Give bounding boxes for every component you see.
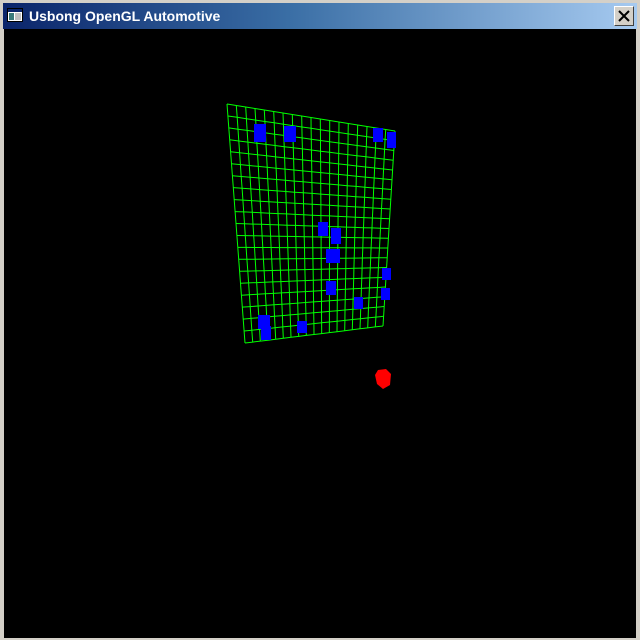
app-window: Usbong OpenGL Automotive — [0, 0, 640, 640]
blue-block — [326, 281, 336, 295]
blue-block — [373, 128, 383, 142]
blue-block — [284, 126, 296, 142]
blue-block — [318, 222, 328, 236]
blue-block — [261, 326, 271, 340]
title-bar[interactable]: Usbong OpenGL Automotive — [3, 3, 637, 29]
blue-block — [354, 297, 363, 309]
blue-block — [297, 321, 307, 333]
road-grid — [226, 103, 396, 344]
close-x-icon — [618, 10, 630, 22]
close-button[interactable] — [614, 6, 634, 26]
window-title: Usbong OpenGL Automotive — [29, 8, 221, 24]
opengl-viewport[interactable] — [4, 29, 636, 638]
blue-block — [381, 288, 390, 300]
scene-canvas — [226, 103, 396, 389]
blue-block — [254, 124, 266, 142]
blue-block — [387, 132, 396, 148]
window-app-icon — [7, 8, 23, 22]
blue-block — [331, 228, 341, 244]
player-car — [375, 369, 391, 389]
blue-block — [326, 249, 340, 263]
blue-block — [382, 268, 391, 280]
